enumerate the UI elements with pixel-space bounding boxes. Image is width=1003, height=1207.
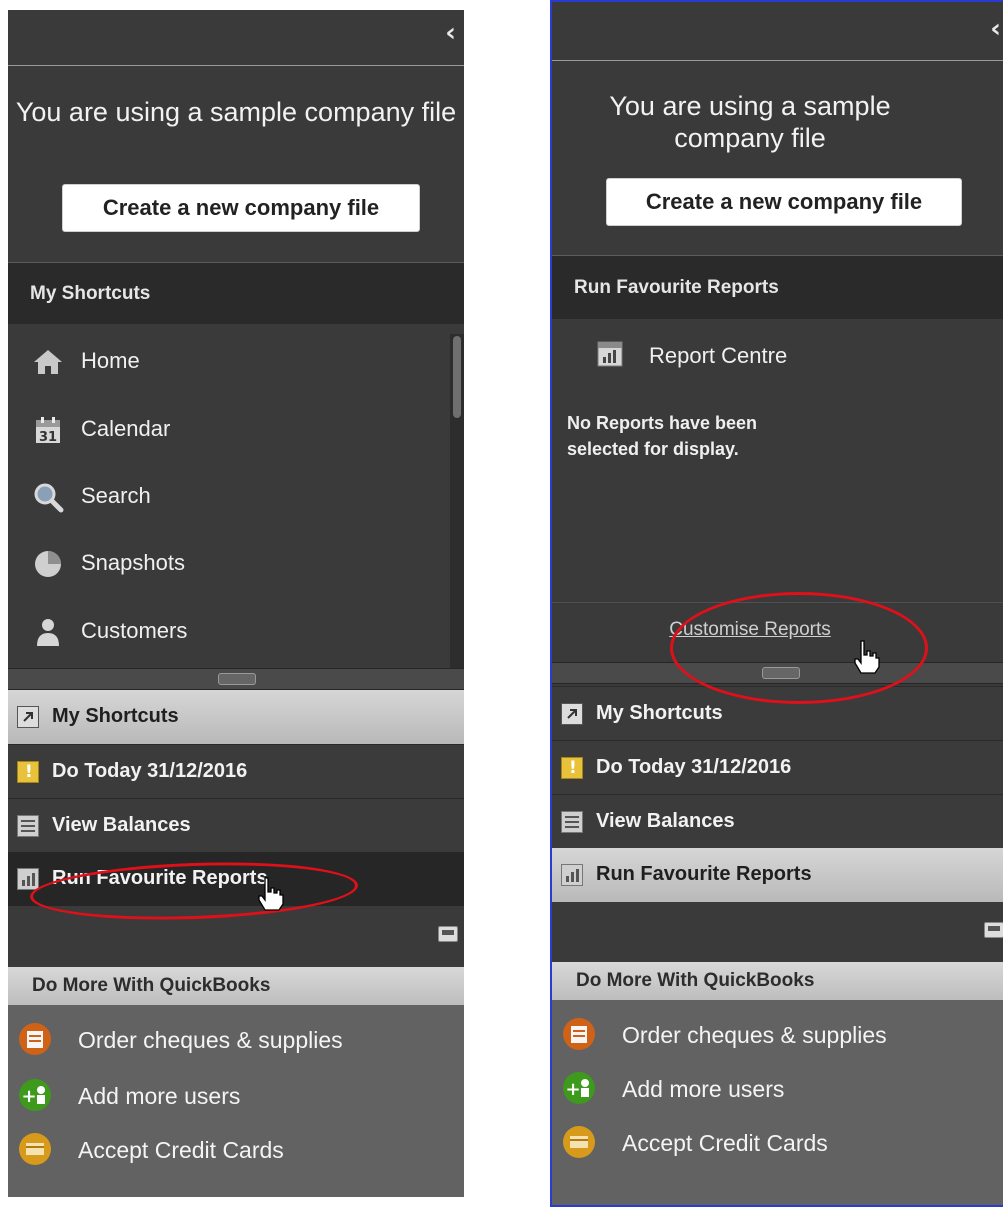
- promo-add-users[interactable]: + Add more users: [8, 1075, 464, 1115]
- credit-card-icon: [19, 1133, 51, 1165]
- divider: [552, 602, 1003, 603]
- promo-label: Add more users: [78, 1083, 241, 1109]
- shortcut-item-search[interactable]: Search: [8, 469, 450, 525]
- hand-cursor-icon: [854, 640, 880, 674]
- promo-label: Order cheques & supplies: [622, 1022, 887, 1048]
- shortcut-arrow-icon: [17, 706, 39, 728]
- nav-label: Run Favourite Reports: [52, 867, 268, 889]
- shortcuts-list: Home 31 Calendar Search Snapshots Custom…: [8, 334, 464, 670]
- minimize-icon[interactable]: [984, 922, 1003, 938]
- nav-my-shortcuts[interactable]: My Shortcuts: [552, 686, 1003, 740]
- svg-text:31: 31: [39, 430, 57, 445]
- hand-cursor-icon: [258, 877, 284, 911]
- nav-view-balances[interactable]: View Balances: [8, 798, 464, 852]
- nav-do-today[interactable]: ! Do Today 31/12/2016: [552, 740, 1003, 794]
- promo-label: Order cheques & supplies: [78, 1027, 343, 1053]
- collapse-chevron-icon[interactable]: ‹: [990, 14, 1001, 44]
- splitter-grip-icon[interactable]: [762, 667, 800, 679]
- nav-run-favourite-reports[interactable]: Run Favourite Reports: [552, 848, 1003, 902]
- shortcut-label: Home: [81, 348, 140, 373]
- report-icon: [17, 868, 39, 890]
- do-more-header: Do More With QuickBooks: [8, 967, 464, 1005]
- nav-label: Do Today 31/12/2016: [52, 760, 248, 782]
- do-more-section: Order cheques & supplies + Add more user…: [552, 1000, 1003, 1205]
- svg-text:+: +: [21, 1086, 36, 1107]
- promo-order-cheques[interactable]: Order cheques & supplies: [8, 1019, 464, 1059]
- pie-chart-icon: [35, 551, 61, 577]
- nav-label: Do Today 31/12/2016: [596, 756, 792, 778]
- right-sidebar-panel: ‹ You are using a sample company file Cr…: [550, 0, 1003, 1207]
- shortcut-label: Snapshots: [81, 550, 185, 575]
- calendar-icon: 31: [36, 417, 60, 445]
- shortcut-label: Search: [81, 483, 151, 508]
- promo-add-users[interactable]: + Add more users: [552, 1068, 1003, 1108]
- collapse-chevron-icon[interactable]: ‹: [445, 18, 456, 48]
- nav-label: View Balances: [596, 810, 735, 832]
- promo-order-cheques[interactable]: Order cheques & supplies: [552, 1014, 1003, 1054]
- cheque-icon: [563, 1018, 595, 1050]
- nav-my-shortcuts[interactable]: My Shortcuts: [8, 690, 464, 744]
- nav-view-balances[interactable]: View Balances: [552, 794, 1003, 848]
- add-user-icon: +: [563, 1072, 595, 1104]
- add-user-icon: +: [19, 1079, 51, 1111]
- report-centre-label: Report Centre: [649, 343, 788, 368]
- promo-label: Accept Credit Cards: [622, 1130, 828, 1156]
- shortcut-arrow-icon: [561, 703, 583, 725]
- promo-label: Add more users: [622, 1076, 785, 1102]
- minimize-icon[interactable]: [438, 926, 458, 942]
- nav-label: Run Favourite Reports: [596, 863, 812, 885]
- create-company-file-button[interactable]: Create a new company file: [62, 184, 420, 232]
- top-bar: ‹: [8, 10, 464, 66]
- shortcuts-section-header: My Shortcuts: [8, 262, 464, 324]
- scrollbar-thumb[interactable]: [453, 336, 461, 418]
- nav-do-today[interactable]: ! Do Today 31/12/2016: [8, 744, 464, 798]
- do-more-header: Do More With QuickBooks: [552, 962, 1003, 1000]
- shortcut-item-home[interactable]: Home: [8, 334, 450, 390]
- nav-label: View Balances: [52, 814, 191, 836]
- search-icon: [34, 483, 64, 513]
- reports-section-header: Run Favourite Reports: [552, 255, 1003, 319]
- nav-label: My Shortcuts: [596, 702, 723, 724]
- splitter-grip-icon[interactable]: [218, 673, 256, 685]
- report-centre-icon: [597, 341, 623, 367]
- top-bar: ‹: [552, 2, 1003, 61]
- home-icon: [34, 350, 62, 374]
- customise-reports-link[interactable]: Customise Reports: [552, 619, 948, 641]
- shortcut-item-customers[interactable]: Customers: [8, 604, 450, 660]
- shortcuts-scrollbar[interactable]: [450, 334, 464, 670]
- promo-label: Accept Credit Cards: [78, 1137, 284, 1163]
- report-centre-link[interactable]: Report Centre: [552, 329, 1003, 379]
- shortcut-item-snapshots[interactable]: Snapshots: [8, 536, 450, 592]
- sample-company-notice: You are using a sample company file: [15, 97, 457, 127]
- nav-label: My Shortcuts: [52, 705, 179, 727]
- promo-credit-cards[interactable]: Accept Credit Cards: [552, 1122, 1003, 1162]
- balances-icon: [561, 811, 583, 833]
- shortcut-item-calendar[interactable]: 31 Calendar: [8, 402, 450, 458]
- person-icon: [37, 619, 59, 646]
- panel-splitter[interactable]: [8, 668, 464, 690]
- panel-splitter[interactable]: [552, 662, 1003, 684]
- exclamation-icon: !: [561, 757, 583, 779]
- do-more-section: Order cheques & supplies + Add more user…: [8, 1005, 464, 1197]
- balances-icon: [17, 815, 39, 837]
- nav-run-favourite-reports[interactable]: Run Favourite Reports: [8, 852, 464, 906]
- sample-company-notice: You are using a sample company file: [609, 91, 891, 153]
- credit-card-icon: [563, 1126, 595, 1158]
- promo-credit-cards[interactable]: Accept Credit Cards: [8, 1129, 464, 1169]
- shortcut-label: Calendar: [81, 416, 171, 441]
- cheque-icon: [19, 1023, 51, 1055]
- shortcut-label: Customers: [81, 618, 188, 643]
- report-icon: [561, 864, 583, 886]
- exclamation-icon: !: [17, 761, 39, 783]
- create-company-file-button[interactable]: Create a new company file: [606, 178, 962, 226]
- svg-text:+: +: [565, 1079, 580, 1100]
- left-sidebar-panel: ‹ You are using a sample company file Cr…: [8, 10, 464, 1197]
- no-reports-message: No Reports have been selected for displa…: [567, 413, 758, 459]
